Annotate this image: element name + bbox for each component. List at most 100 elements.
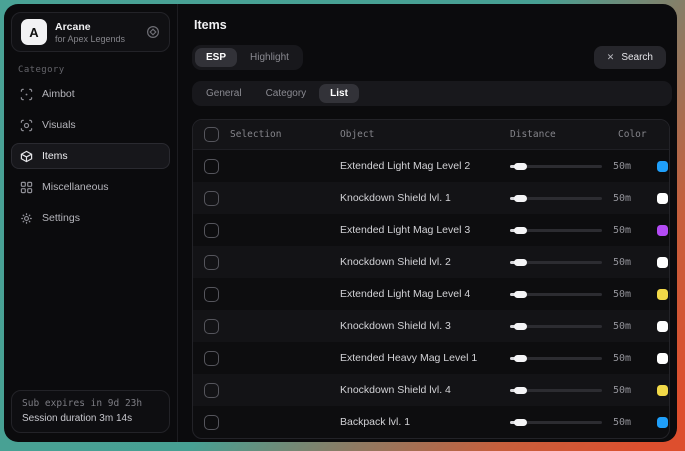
distance-slider[interactable] xyxy=(510,325,602,328)
crosshair-icon xyxy=(20,88,33,101)
sidebar-item-label: Items xyxy=(42,150,68,162)
slider-handle[interactable] xyxy=(514,387,527,394)
table-row: Extended Heavy Mag Level 1 50m xyxy=(193,342,669,374)
sidebar-item-settings[interactable]: Settings xyxy=(11,205,170,231)
object-label: Extended Light Mag Level 2 xyxy=(340,160,510,172)
slider-handle[interactable] xyxy=(514,291,527,298)
sidebar-item-miscellaneous[interactable]: Miscellaneous xyxy=(11,174,170,200)
distance-slider[interactable] xyxy=(510,261,602,264)
slider-handle[interactable] xyxy=(514,227,527,234)
sidebar-item-label: Settings xyxy=(42,212,80,224)
color-swatch[interactable] xyxy=(657,417,668,428)
table-row: Knockdown Shield lvl. 4 50m xyxy=(193,374,669,406)
distance-value: 50m xyxy=(613,289,631,300)
app-name: Arcane xyxy=(55,21,125,33)
page-title: Items xyxy=(194,18,672,32)
table-body: Extended Light Mag Level 2 50m Knockdown… xyxy=(193,150,669,438)
row-checkbox[interactable] xyxy=(204,383,219,398)
distance-value: 50m xyxy=(613,225,631,236)
search-button[interactable]: ✕ Search xyxy=(594,46,666,69)
row-checkbox[interactable] xyxy=(204,287,219,302)
select-all-checkbox[interactable] xyxy=(204,127,219,142)
color-swatch[interactable] xyxy=(657,321,668,332)
package-icon xyxy=(20,150,33,163)
table-row: Backpack lvl. 1 50m xyxy=(193,406,669,438)
badge-icon[interactable] xyxy=(146,25,160,39)
items-table: Selection Object Distance Color Extended… xyxy=(192,119,670,439)
distance-value: 50m xyxy=(613,417,631,428)
x-icon: ✕ xyxy=(607,52,615,63)
object-label: Knockdown Shield lvl. 3 xyxy=(340,320,510,332)
table-row: Knockdown Shield lvl. 3 50m xyxy=(193,310,669,342)
row-checkbox[interactable] xyxy=(204,255,219,270)
distance-slider[interactable] xyxy=(510,357,602,360)
distance-slider[interactable] xyxy=(510,421,602,424)
sub-expiry-text: Sub expires in 9d 23h xyxy=(22,398,159,409)
row-checkbox[interactable] xyxy=(204,351,219,366)
slider-handle[interactable] xyxy=(514,195,527,202)
tab-list[interactable]: List xyxy=(319,84,359,103)
color-swatch[interactable] xyxy=(657,353,668,364)
row-checkbox[interactable] xyxy=(204,319,219,334)
color-swatch[interactable] xyxy=(657,193,668,204)
distance-value: 50m xyxy=(613,321,631,332)
row-checkbox[interactable] xyxy=(204,159,219,174)
slider-handle[interactable] xyxy=(514,259,527,266)
sidebar-item-visuals[interactable]: Visuals xyxy=(11,112,170,138)
slider-handle[interactable] xyxy=(514,355,527,362)
distance-slider[interactable] xyxy=(510,165,602,168)
app-window: A Arcane for Apex Legends Category xyxy=(4,4,677,442)
column-header-object: Object xyxy=(340,129,510,140)
slider-handle[interactable] xyxy=(514,419,527,426)
object-label: Extended Light Mag Level 4 xyxy=(340,288,510,300)
distance-slider[interactable] xyxy=(510,197,602,200)
distance-value: 50m xyxy=(613,385,631,396)
object-label: Knockdown Shield lvl. 1 xyxy=(340,192,510,204)
color-swatch[interactable] xyxy=(657,225,668,236)
row-checkbox[interactable] xyxy=(204,415,219,430)
color-swatch[interactable] xyxy=(657,257,668,268)
table-row: Knockdown Shield lvl. 2 50m xyxy=(193,246,669,278)
slider-handle[interactable] xyxy=(514,323,527,330)
tab-highlight[interactable]: Highlight xyxy=(239,48,300,67)
mode-tabs: ESP Highlight xyxy=(192,45,303,70)
distance-slider[interactable] xyxy=(510,229,602,232)
sidebar-item-label: Visuals xyxy=(42,119,76,131)
row-checkbox[interactable] xyxy=(204,191,219,206)
app-logo-card: A Arcane for Apex Legends xyxy=(11,12,170,52)
app-subtitle: for Apex Legends xyxy=(55,34,125,44)
distance-value: 50m xyxy=(613,353,631,364)
distance-slider[interactable] xyxy=(510,293,602,296)
color-swatch[interactable] xyxy=(657,289,668,300)
sidebar-nav: Aimbot Visuals Items xyxy=(11,81,170,231)
color-swatch[interactable] xyxy=(657,385,668,396)
distance-slider[interactable] xyxy=(510,389,602,392)
object-label: Backpack lvl. 1 xyxy=(340,416,510,428)
column-header-selection: Selection xyxy=(230,129,281,140)
grid-icon xyxy=(20,181,33,194)
app-logo: A xyxy=(21,19,47,45)
sidebar-section-label: Category xyxy=(18,65,170,75)
object-label: Knockdown Shield lvl. 4 xyxy=(340,384,510,396)
row-checkbox[interactable] xyxy=(204,223,219,238)
column-header-distance: Distance xyxy=(510,129,618,140)
column-header-color: Color xyxy=(618,129,658,140)
subscription-info: Sub expires in 9d 23h Session duration 3… xyxy=(11,390,170,433)
color-swatch[interactable] xyxy=(657,161,668,172)
sidebar-item-items[interactable]: Items xyxy=(11,143,170,169)
tab-esp[interactable]: ESP xyxy=(195,48,237,67)
table-header: Selection Object Distance Color xyxy=(193,120,669,150)
slider-handle[interactable] xyxy=(514,163,527,170)
session-duration-text: Session duration 3m 14s xyxy=(22,413,159,424)
eye-scan-icon xyxy=(20,119,33,132)
distance-value: 50m xyxy=(613,257,631,268)
distance-value: 50m xyxy=(613,161,631,172)
tab-category[interactable]: Category xyxy=(255,84,318,103)
tab-general[interactable]: General xyxy=(195,84,253,103)
table-row: Extended Light Mag Level 3 50m xyxy=(193,214,669,246)
sidebar-item-aimbot[interactable]: Aimbot xyxy=(11,81,170,107)
search-button-label: Search xyxy=(621,52,653,63)
distance-value: 50m xyxy=(613,193,631,204)
main-panel: Items ESP Highlight ✕ Search General Cat… xyxy=(178,4,677,442)
object-label: Knockdown Shield lvl. 2 xyxy=(340,256,510,268)
